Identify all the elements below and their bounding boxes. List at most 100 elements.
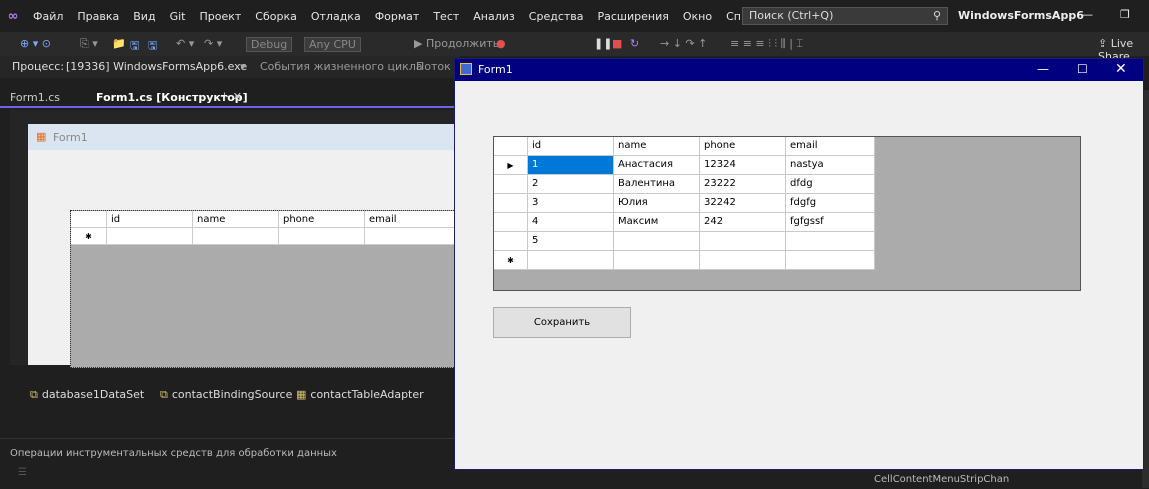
cell-name[interactable] (614, 251, 700, 270)
minimize-button[interactable]: — (1037, 62, 1049, 76)
menu-test[interactable]: Тест (426, 10, 466, 23)
cell-email[interactable] (786, 232, 875, 251)
menu-project[interactable]: Проект (192, 10, 248, 23)
menu-edit[interactable]: Правка (70, 10, 126, 23)
search-input[interactable]: Поиск (Ctrl+Q) ⚲ (742, 7, 948, 25)
row-header[interactable] (494, 213, 528, 232)
close-tab-icon[interactable]: ⊹ ✕ (220, 90, 242, 103)
column-header-email[interactable]: email (786, 137, 875, 156)
visual-studio-logo-icon: ∞ (7, 8, 19, 24)
grid-header-row: id name phone email (494, 137, 875, 156)
navigate-back-icon[interactable]: ⊕ ▾ ⊙ (20, 37, 51, 50)
menu-file[interactable]: Файл (26, 10, 70, 23)
menu-debug[interactable]: Отладка (304, 10, 368, 23)
cell-name[interactable]: Максим (614, 213, 700, 232)
row-header[interactable] (494, 175, 528, 194)
undo-icon[interactable]: ↶ ▾ (176, 37, 194, 50)
menu-bar: ∞ Файл Правка Вид Git Проект Сборка Отла… (0, 0, 1149, 32)
continue-button[interactable]: ▶ Продолжить (414, 37, 499, 50)
open-file-icon[interactable]: 📁 (112, 37, 126, 50)
dataset-icon: ⧉ (30, 388, 38, 401)
menu-view[interactable]: Вид (126, 10, 162, 23)
pause-icon[interactable]: ❚❚ (594, 37, 612, 50)
column-header-id[interactable]: id (528, 137, 614, 156)
hot-reload-icon[interactable]: ● (496, 37, 506, 50)
data-tools-operations-label: Операции инструментальных средств для об… (10, 448, 337, 459)
platform-select[interactable]: Any CPU (304, 37, 361, 52)
cell-name[interactable]: Юлия (614, 194, 700, 213)
new-row-marker-icon[interactable]: ✱ (494, 251, 528, 270)
form1-titlebar[interactable]: Form1 — ☐ ✕ (455, 59, 1143, 81)
menu-build[interactable]: Сборка (248, 10, 304, 23)
cell-id[interactable]: 3 (528, 194, 614, 213)
cell-id[interactable] (528, 251, 614, 270)
cell-email[interactable]: fdgfg (786, 194, 875, 213)
cell-phone[interactable]: 242 (700, 213, 786, 232)
designer-col-phone: phone (279, 211, 365, 228)
designer-cell (107, 228, 193, 245)
row-header[interactable] (494, 232, 528, 251)
contacts-datagridview[interactable]: id name phone email ▶ 1 Анастасия 12324 … (493, 136, 1081, 291)
designer-form[interactable]: ▦ Form1 id name phone email ✱ (28, 124, 472, 368)
tab-underline (0, 106, 460, 108)
cell-phone[interactable]: 12324 (700, 156, 786, 175)
bottom-panel: Операции инструментальных средств для об… (0, 438, 455, 489)
form1-window: Form1 — ☐ ✕ id name phone email ▶ 1 Анас… (454, 58, 1144, 470)
current-row-arrow-icon[interactable]: ▶ (494, 156, 528, 175)
restart-icon[interactable]: ↻ (630, 37, 639, 50)
process-select[interactable]: [19336] WindowsFormsApp6.exe (66, 60, 247, 73)
event-item[interactable]: CellContentMenuStripChan (874, 474, 1009, 485)
menu-git[interactable]: Git (163, 10, 193, 23)
cell-id[interactable]: 1 (528, 156, 614, 175)
cell-phone[interactable]: 32242 (700, 194, 786, 213)
menu-window[interactable]: Окно (676, 10, 719, 23)
component-binding-source[interactable]: ⧉ contactBindingSource (160, 388, 292, 402)
thread-select[interactable]: Поток (416, 60, 451, 73)
form1-title: Form1 (478, 63, 513, 76)
step-icon[interactable]: → ↓ ↷ ↑ (660, 37, 707, 50)
cell-phone[interactable]: 23222 (700, 175, 786, 194)
lifecycle-events-select[interactable]: События жизненного цикла (260, 60, 423, 73)
configuration-select[interactable]: Debug (246, 37, 293, 52)
designer-form-title: Form1 (53, 131, 88, 144)
cell-id[interactable]: 5 (528, 232, 614, 251)
events-list: CellContentMenuStripChan (856, 470, 1142, 488)
menu-tools[interactable]: Средства (522, 10, 591, 23)
menu-extensions[interactable]: Расширения (591, 10, 676, 23)
row-header[interactable] (494, 194, 528, 213)
stop-icon[interactable]: ■ (612, 37, 622, 50)
cell-email[interactable] (786, 251, 875, 270)
column-header-phone[interactable]: phone (700, 137, 786, 156)
tab-form1-code[interactable]: Form1.cs (10, 91, 60, 104)
designer-datagridview[interactable]: id name phone email ✱ (70, 210, 472, 368)
new-project-icon[interactable]: ⎘ ▾ (80, 37, 98, 51)
cell-phone[interactable] (700, 232, 786, 251)
save-icon[interactable]: 🖫 (130, 37, 139, 56)
form-window-icon (460, 63, 472, 75)
cell-email[interactable]: nastya (786, 156, 875, 175)
component-tray: ⧉ database1DataSet ⧉ contactBindingSource … (10, 368, 454, 438)
save-all-icon[interactable]: 🖫 (148, 37, 157, 56)
component-dataset[interactable]: ⧉ database1DataSet (30, 388, 144, 402)
cell-email[interactable]: dfdg (786, 175, 875, 194)
cell-id[interactable]: 2 (528, 175, 614, 194)
column-header-name[interactable]: name (614, 137, 700, 156)
cell-name[interactable] (614, 232, 700, 251)
menu-analyze[interactable]: Анализ (466, 10, 522, 23)
redo-icon[interactable]: ↷ ▾ (204, 37, 222, 50)
cell-phone[interactable] (700, 251, 786, 270)
component-table-adapter[interactable]: ▦ contactTableAdapter (296, 388, 424, 401)
cell-id[interactable]: 4 (528, 213, 614, 232)
maximize-button[interactable]: ☐ (1077, 62, 1088, 76)
menu-format[interactable]: Формат (368, 10, 427, 23)
ide-minimize-button[interactable]: — (1082, 8, 1093, 21)
save-button[interactable]: Сохранить (493, 307, 631, 338)
close-button[interactable]: ✕ (1115, 61, 1127, 77)
cell-email[interactable]: fgfgssf (786, 213, 875, 232)
cell-name[interactable]: Анастасия (614, 156, 700, 175)
designer-row-header-corner (71, 211, 107, 228)
table-adapter-icon: ▦ (296, 388, 307, 401)
layout-tools-icon[interactable]: ≡ ≡ ≡ ⫶ ⫶ ⫼ | ⌶ (730, 37, 803, 51)
ide-restore-button[interactable]: ❐ (1120, 8, 1130, 21)
cell-name[interactable]: Валентина (614, 175, 700, 194)
